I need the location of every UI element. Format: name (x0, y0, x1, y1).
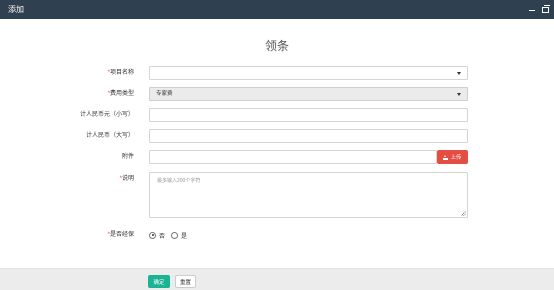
chevron-down-icon (457, 72, 461, 75)
fee-type-row: *费用类型 专家费 (0, 87, 554, 101)
is-contract-label: *是否经保 (107, 232, 134, 238)
radio-yes[interactable] (171, 231, 179, 239)
amount-upper-row: 计人民币（大写） (0, 129, 554, 143)
description-placeholder: 最多输入200个字符 (157, 178, 201, 184)
upload-icon (443, 154, 449, 160)
reset-button[interactable]: 重置 (175, 275, 196, 288)
amount-lower-label: 计人民币元（小写） (79, 112, 134, 118)
project-name-select[interactable] (149, 66, 468, 80)
radio-option-yes[interactable]: 是 (171, 231, 187, 240)
form-title: 领条 (264, 39, 289, 53)
is-contract-radio-group: 否 是 (149, 228, 187, 242)
minimize-icon[interactable] (528, 6, 536, 14)
upload-button-label: 上传 (450, 155, 462, 161)
attachment-label: 附件 (121, 154, 134, 160)
upload-button[interactable]: 上传 (437, 150, 468, 164)
description-textarea[interactable]: 最多输入200个字符 (149, 172, 468, 218)
resize-grip-icon[interactable] (461, 211, 466, 216)
confirm-button[interactable]: 确定 (148, 275, 170, 288)
amount-upper-label: 计人民币（大写） (85, 133, 134, 139)
window-titlebar: 添加 (0, 0, 554, 19)
form-footer: 确定 重置 (0, 268, 554, 290)
description-label: *说明 (119, 176, 134, 182)
fee-type-label: *费用类型 (107, 91, 134, 97)
maximize-icon[interactable] (542, 5, 550, 13)
window-controls (528, 5, 550, 14)
is-contract-row: *是否经保 否 是 (0, 228, 554, 242)
attachment-input[interactable] (149, 150, 437, 164)
fee-type-select[interactable]: 专家费 (149, 87, 468, 101)
chevron-down-icon (457, 93, 461, 96)
attachment-row: 附件 上传 (0, 150, 554, 164)
radio-no-label: 否 (159, 233, 166, 240)
project-name-label: *项目名称 (107, 70, 134, 76)
project-name-row: *项目名称 (0, 66, 554, 80)
amount-lower-row: 计人民币元（小写） (0, 108, 554, 122)
window-title: 添加 (8, 5, 24, 14)
radio-yes-label: 是 (181, 233, 188, 240)
amount-lower-input[interactable] (149, 108, 468, 122)
form-container: 领条 *项目名称 *费用类型 专家费 计人民币元（小写） 计人民币（大写） 附件… (0, 19, 554, 268)
radio-option-no[interactable]: 否 (149, 231, 165, 240)
radio-no[interactable] (149, 231, 156, 239)
description-row: *说明 最多输入200个字符 (0, 172, 554, 218)
fee-type-value: 专家费 (156, 91, 173, 97)
amount-upper-input[interactable] (149, 129, 468, 143)
